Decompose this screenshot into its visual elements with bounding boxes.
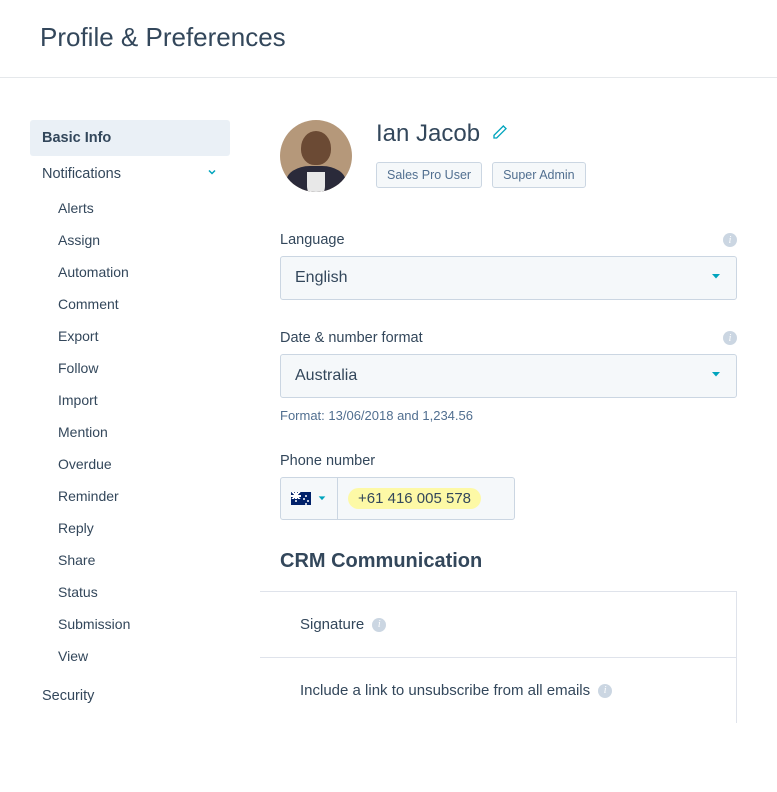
page-title: Profile & Preferences [40,22,737,53]
sidebar-subitem-comment[interactable]: Comment [30,288,230,320]
info-icon[interactable]: i [723,233,737,247]
profile-info: Ian Jacob Sales Pro User Super Admin [376,120,737,188]
language-select[interactable]: English [280,256,737,300]
sidebar-subitem-view[interactable]: View [30,640,230,672]
sidebar-item-security[interactable]: Security [30,678,230,714]
sidebar-subitem-alerts[interactable]: Alerts [30,192,230,224]
date-format-label: Date & number format [280,330,423,346]
signature-label: Signature [300,616,364,633]
sidebar-subitem-export[interactable]: Export [30,320,230,352]
unsubscribe-label: Include a link to unsubscribe from all e… [300,682,590,699]
sidebar-subitem-import[interactable]: Import [30,384,230,416]
info-icon[interactable]: i [598,684,612,698]
edit-icon[interactable] [492,124,508,145]
badge-super-admin: Super Admin [492,162,586,188]
phone-input: +61 416 005 578 [280,477,515,520]
flag-au-icon [291,492,311,505]
language-label: Language [280,232,345,248]
profile-name: Ian Jacob [376,120,480,148]
sidebar: Basic Info Notifications Alerts Assign A… [0,120,230,723]
sidebar-subitem-automation[interactable]: Automation [30,256,230,288]
phone-field: Phone number +61 416 005 578 [280,453,737,520]
caret-down-icon [710,269,722,287]
sidebar-subitem-assign[interactable]: Assign [30,224,230,256]
caret-down-icon [710,367,722,385]
phone-country-select[interactable] [281,478,338,519]
crm-panel: Signature i Include a link to unsubscrib… [260,591,737,723]
content: Basic Info Notifications Alerts Assign A… [0,78,777,723]
sidebar-item-label: Basic Info [42,130,111,146]
chevron-down-icon [206,166,218,182]
info-icon[interactable]: i [372,618,386,632]
signature-row[interactable]: Signature i [260,592,736,658]
badges: Sales Pro User Super Admin [376,162,737,188]
sidebar-subitem-mention[interactable]: Mention [30,416,230,448]
sidebar-subitem-status[interactable]: Status [30,576,230,608]
date-format-value: Australia [295,367,357,385]
language-value: English [295,269,347,287]
phone-label: Phone number [280,453,375,469]
sidebar-subitem-submission[interactable]: Submission [30,608,230,640]
avatar [280,120,352,192]
sidebar-subitem-reply[interactable]: Reply [30,512,230,544]
date-format-help: Format: 13/06/2018 and 1,234.56 [280,408,737,423]
sidebar-item-notifications[interactable]: Notifications [30,156,230,192]
sidebar-item-basic-info[interactable]: Basic Info [30,120,230,156]
date-format-field: Date & number format i Australia Format:… [280,330,737,423]
date-format-select[interactable]: Australia [280,354,737,398]
profile-name-row: Ian Jacob [376,120,737,148]
main: Ian Jacob Sales Pro User Super Admin Lan… [230,120,777,723]
sidebar-subitem-follow[interactable]: Follow [30,352,230,384]
page-header: Profile & Preferences [0,0,777,78]
caret-down-icon [317,490,327,508]
sidebar-subitem-overdue[interactable]: Overdue [30,448,230,480]
sidebar-subitem-share[interactable]: Share [30,544,230,576]
info-icon[interactable]: i [723,331,737,345]
unsubscribe-row[interactable]: Include a link to unsubscribe from all e… [260,658,736,723]
sidebar-subitem-reminder[interactable]: Reminder [30,480,230,512]
phone-value: +61 416 005 578 [348,488,481,509]
badge-sales-pro: Sales Pro User [376,162,482,188]
sidebar-item-label: Notifications [42,166,121,182]
sidebar-item-label: Security [42,688,94,704]
language-field: Language i English [280,232,737,300]
crm-heading: CRM Communication [280,550,737,573]
phone-number-input[interactable]: +61 416 005 578 [338,478,514,519]
profile-header: Ian Jacob Sales Pro User Super Admin [280,120,737,192]
